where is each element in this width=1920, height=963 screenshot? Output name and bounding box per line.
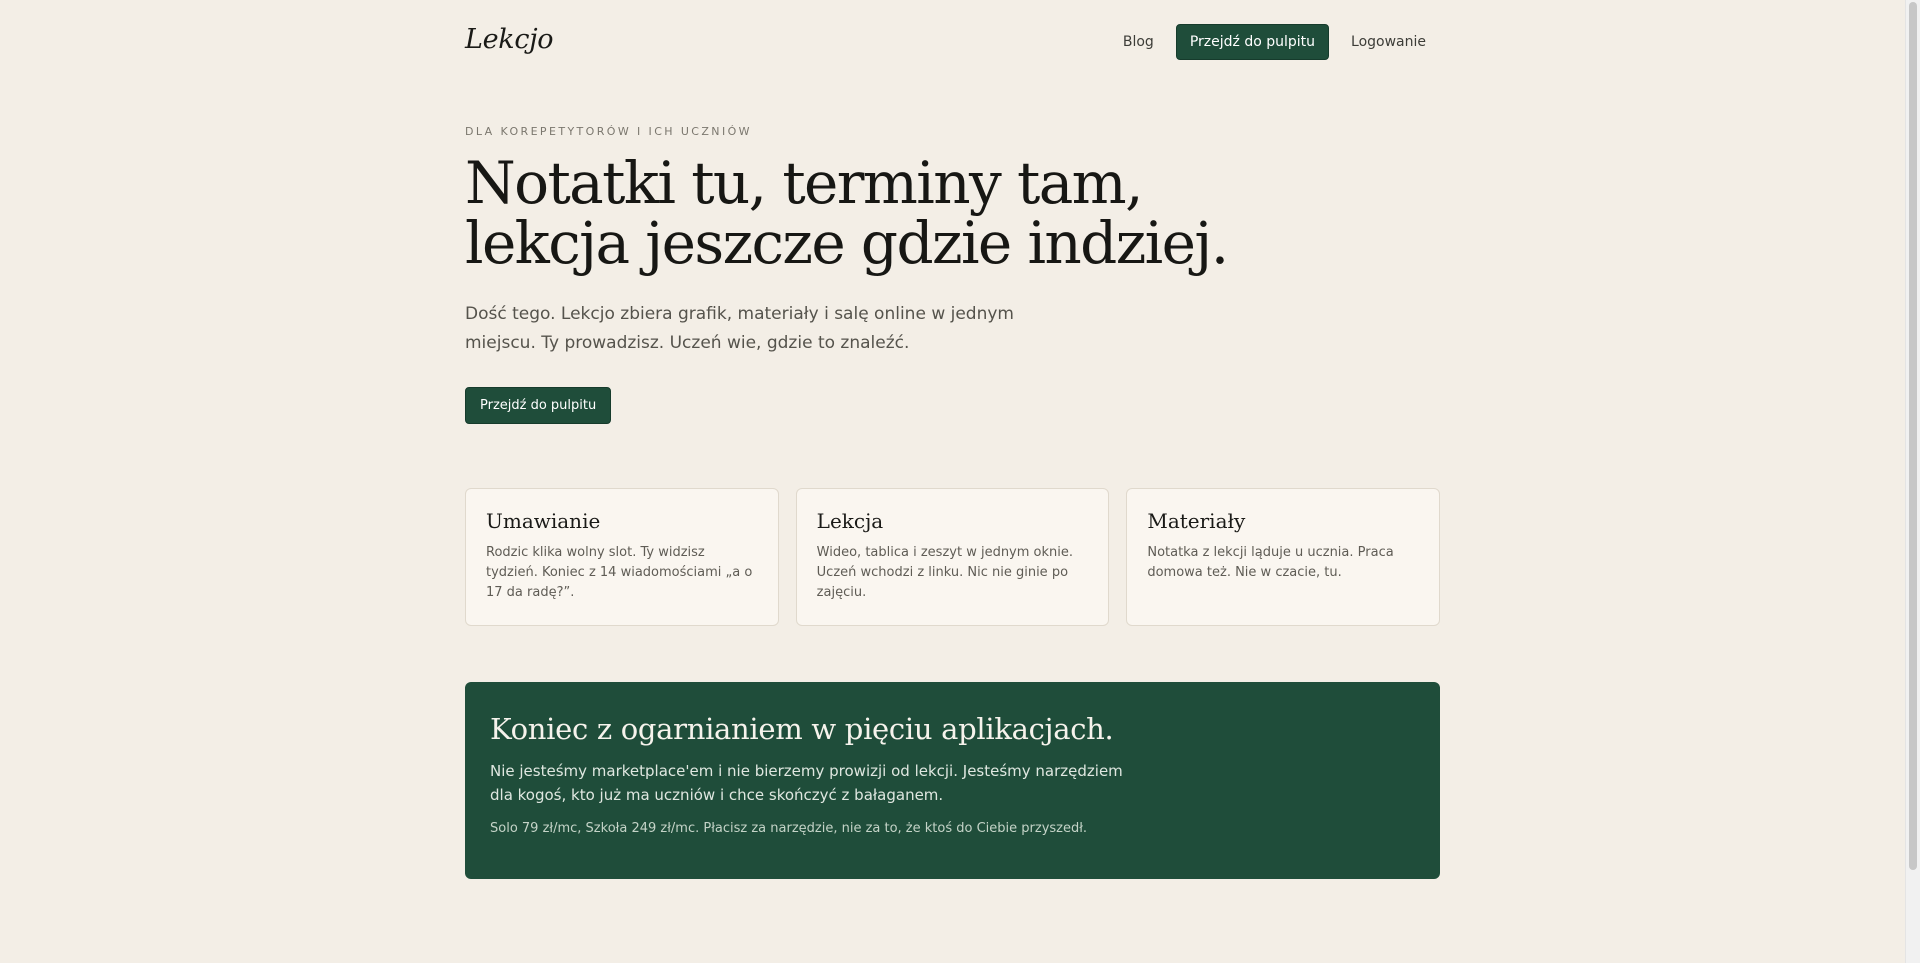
feature-card-scheduling: Umawianie Rodzic klika wolny slot. Ty wi… bbox=[465, 488, 779, 626]
site-header: Lekcjo Blog Przejdź do pulpitu Logowanie bbox=[465, 0, 1440, 84]
feature-card-title: Lekcja bbox=[816, 509, 884, 533]
nav-blog-link[interactable]: Blog bbox=[1123, 34, 1154, 50]
feature-card-title: Materiały bbox=[1147, 509, 1246, 533]
feature-card-text: Rodzic klika wolny slot. Ty widzisz tydz… bbox=[486, 545, 753, 600]
feature-card-title: Umawianie bbox=[486, 509, 601, 533]
value-panel-text: Nie jesteśmy marketplace'em i nie bierze… bbox=[490, 762, 1123, 804]
feature-card-materials: Materiały Notatka z lekcji ląduje u uczn… bbox=[1126, 488, 1441, 626]
feature-card-lesson: Lekcja Wideo, tablica i zeszyt w jednym … bbox=[795, 488, 1110, 626]
nav-dashboard-button[interactable]: Przejdź do pulpitu bbox=[1175, 24, 1330, 60]
value-panel: Koniec z ogarnianiem w pięciu aplikacjac… bbox=[465, 682, 1440, 879]
hero-eyebrow: DLA KOREPETYTORÓW I ICH UCZNIÓW bbox=[465, 125, 752, 138]
feature-cards: Umawianie Rodzic klika wolny slot. Ty wi… bbox=[465, 488, 1441, 626]
main-nav: Blog Przejdź do pulpitu Logowanie bbox=[1123, 24, 1440, 60]
hero-headline-line-2: lekcja jeszcze gdzie indziej. bbox=[465, 209, 1229, 277]
hero-headline-line-1: Notatki tu, terminy tam, bbox=[465, 149, 1144, 217]
pricing-note: Solo 79 zł/mc, Szkoła 249 zł/mc. Płacisz… bbox=[490, 821, 1088, 836]
logo[interactable]: Lekcjo bbox=[465, 24, 554, 55]
page-scrollbar[interactable] bbox=[1905, 0, 1920, 963]
scrollbar-thumb[interactable] bbox=[1909, 2, 1917, 870]
hero-headline: Notatki tu, terminy tam, lekcja jeszcze … bbox=[465, 153, 1365, 273]
nav-login-link[interactable]: Logowanie bbox=[1351, 34, 1426, 50]
feature-card-text: Notatka z lekcji ląduje u ucznia. Praca … bbox=[1147, 545, 1394, 580]
hero-dashboard-button[interactable]: Przejdź do pulpitu bbox=[465, 387, 612, 424]
hero-lead: Dość tego. Lekcjo zbiera grafik, materia… bbox=[465, 304, 1014, 353]
value-panel-title: Koniec z ogarnianiem w pięciu aplikacjac… bbox=[490, 712, 1114, 746]
feature-card-text: Wideo, tablica i zeszyt w jednym oknie. … bbox=[816, 545, 1074, 600]
